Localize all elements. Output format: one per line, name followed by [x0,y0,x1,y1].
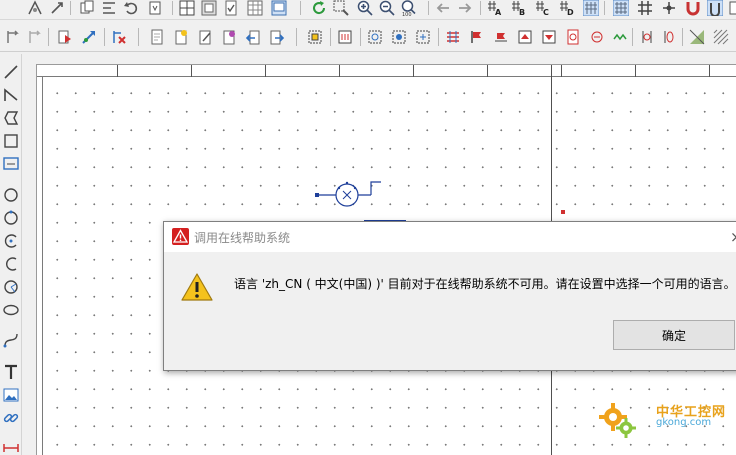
zoom-in-icon[interactable] [356,0,374,16]
left-tool-strip [0,54,22,455]
close-icon[interactable]: × [730,226,736,248]
annotate-a-icon[interactable]: A [486,0,504,16]
dialog-titlebar[interactable]: 调用在线帮助系统 × [164,222,736,252]
svg-text:B: B [519,8,525,16]
annotate-b-icon[interactable]: B [510,0,528,16]
gear-logo-icon [599,403,636,438]
svg-text:A: A [495,8,502,16]
grid-toggle-icon[interactable] [582,0,600,16]
window-icon[interactable] [270,0,288,16]
signal-icon[interactable] [588,28,606,46]
paste-icon[interactable] [146,0,164,16]
text-icon[interactable] [1,362,21,382]
refresh-icon[interactable] [310,0,328,16]
warning-icon [181,273,213,301]
ellipse-icon[interactable] [1,208,21,228]
zoom-area-icon[interactable] [332,0,350,16]
pattern-icon[interactable] [688,28,706,46]
select-next-icon[interactable] [26,28,44,46]
part-a-icon[interactable] [366,28,384,46]
text-box-icon[interactable] [1,154,21,174]
dialog-message: 语言 'zh_CN ( 中文(中国) )' 目前对于在线帮助系统不可用。请在设置… [234,277,736,291]
undo-icon[interactable] [122,0,140,16]
highlight-icon[interactable] [706,0,724,16]
move-icon[interactable] [26,0,44,16]
grid-view-icon[interactable] [178,0,196,16]
component-icon[interactable] [336,28,354,46]
junction-icon[interactable] [660,0,678,16]
main-toolbar: 100 A B C D [0,0,736,20]
port-b-icon[interactable] [540,28,558,46]
document-icon[interactable] [56,28,74,46]
watermark-url: gkong.com [656,417,712,428]
sheet-icon[interactable] [200,0,218,16]
ok-button[interactable]: 确定 [613,320,735,350]
link-icon[interactable] [1,408,21,428]
hatch-icon[interactable] [712,28,730,46]
error-icon [172,228,189,245]
watermark-logo: 中华工控网 gkong.com [598,397,736,441]
arc-icon[interactable] [1,231,21,251]
drawing-toolbar [0,22,736,52]
polygon-icon[interactable] [1,108,21,128]
grid-fine-icon[interactable] [612,0,630,16]
grid-coarse-icon[interactable] [636,0,654,16]
zoom-100-icon[interactable]: 100 [400,0,418,16]
net-label-icon[interactable] [492,28,510,46]
marker-dot [561,210,565,214]
flag-icon[interactable] [468,28,486,46]
circle-icon[interactable] [1,185,21,205]
align-icon[interactable] [100,0,118,16]
top-ruler [37,65,736,77]
pin-b-icon[interactable] [638,28,656,46]
bezier-icon[interactable] [1,330,21,350]
page-icon[interactable] [148,28,166,46]
pie-icon[interactable] [1,277,21,297]
repeat-icon[interactable] [48,0,66,16]
arrow-right-icon[interactable] [456,0,474,16]
annotate-c-icon[interactable]: C [534,0,552,16]
part-c-icon[interactable] [414,28,432,46]
help-dialog: 调用在线帮助系统 × 语言 'zh_CN ( 中文(中国) )' 目前对于在线帮… [163,221,736,371]
check-icon[interactable] [222,0,240,16]
component-symbol[interactable] [315,178,385,212]
svg-text:C: C [543,8,549,16]
fill-icon[interactable] [660,28,678,46]
arc-alt-icon[interactable] [1,254,21,274]
annotate-d-icon[interactable]: D [558,0,576,16]
rectangle-icon[interactable] [1,131,21,151]
new-page-icon[interactable] [172,28,190,46]
page-forward-icon[interactable] [268,28,286,46]
no-erc-icon[interactable] [110,28,128,46]
hierarchy-icon[interactable] [306,28,324,46]
more-icon[interactable] [728,0,736,16]
svg-text:D: D [567,8,574,16]
copy-icon[interactable] [78,0,96,16]
dialog-title: 调用在线帮助系统 [194,231,291,245]
select-icon[interactable] [4,28,22,46]
table-icon[interactable] [246,0,264,16]
left-ruler [37,77,43,455]
bus-entry-icon[interactable] [444,28,462,46]
oval-icon[interactable] [1,300,21,320]
line-icon[interactable] [1,62,21,82]
svg-text:100: 100 [402,12,412,16]
magnet-icon[interactable] [684,0,702,16]
arrow-left-icon[interactable] [434,0,452,16]
arrow-place-icon[interactable] [80,28,98,46]
image-icon[interactable] [1,385,21,405]
polyline-icon[interactable] [1,85,21,105]
page-link-icon[interactable] [220,28,238,46]
app-window: 100 A B C D 调用在线帮助系统 语言 'zh_CN (中文(中国) … [0,0,736,455]
port-a-icon[interactable] [516,28,534,46]
part-b-icon[interactable] [390,28,408,46]
pin-a-icon[interactable] [612,28,630,46]
page-back-icon[interactable] [244,28,262,46]
page-edit-icon[interactable] [196,28,214,46]
dimension-icon[interactable] [1,438,21,455]
zoom-out-icon[interactable] [378,0,396,16]
port-c-icon[interactable] [564,28,582,46]
